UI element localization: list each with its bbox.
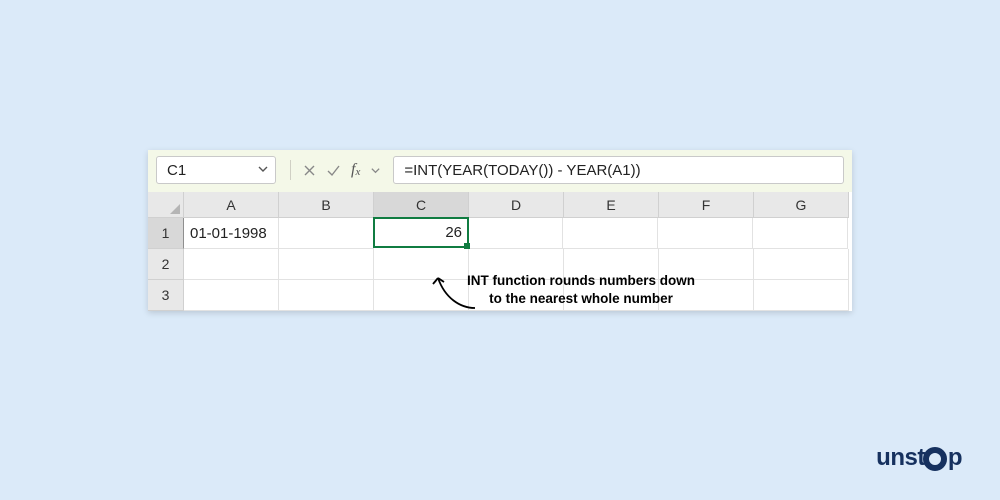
col-header-B[interactable]: B <box>279 192 374 218</box>
brand-prefix: unst <box>876 444 925 472</box>
name-box-value: C1 <box>167 162 186 179</box>
col-header-E[interactable]: E <box>564 192 659 218</box>
col-header-D[interactable]: D <box>469 192 564 218</box>
formula-text: =INT(YEAR(TODAY()) - YEAR(A1)) <box>404 162 640 179</box>
brand-suffix: p <box>948 444 962 472</box>
formula-bar-row: C1 fx =INT(YEAR(TODAY()) - YEAR(A1)) <box>148 150 852 192</box>
column-header-row: A B C D E F G <box>148 192 852 218</box>
brand-logo: unst p <box>876 444 962 472</box>
col-header-C[interactable]: C <box>374 192 469 218</box>
formula-icon-group: fx <box>282 160 387 180</box>
cell-B2[interactable] <box>279 249 374 280</box>
chevron-down-icon <box>257 162 269 179</box>
confirm-icon[interactable] <box>326 164 341 177</box>
row-header-1[interactable]: 1 <box>148 218 184 249</box>
cell-D1[interactable] <box>468 218 563 249</box>
cell-A3[interactable] <box>184 280 279 311</box>
col-header-G[interactable]: G <box>754 192 849 218</box>
cell-G1[interactable] <box>753 218 848 249</box>
col-header-F[interactable]: F <box>659 192 754 218</box>
cell-A2[interactable] <box>184 249 279 280</box>
formula-input[interactable]: =INT(YEAR(TODAY()) - YEAR(A1)) <box>393 156 844 184</box>
table-row: 1 01-01-1998 26 <box>148 218 852 249</box>
row-header-3[interactable]: 3 <box>148 280 184 311</box>
cell-B3[interactable] <box>279 280 374 311</box>
cell-F1[interactable] <box>658 218 753 249</box>
name-box[interactable]: C1 <box>156 156 276 184</box>
annotation-text: INT function rounds numbers down to the … <box>466 272 696 307</box>
cell-E1[interactable] <box>563 218 658 249</box>
col-header-A[interactable]: A <box>184 192 279 218</box>
row-header-2[interactable]: 2 <box>148 249 184 280</box>
brand-ring-icon <box>923 447 947 471</box>
chevron-down-icon[interactable] <box>370 165 381 176</box>
cell-G2[interactable] <box>754 249 849 280</box>
cell-B1[interactable] <box>279 218 374 249</box>
cell-A1[interactable]: 01-01-1998 <box>184 218 279 249</box>
cell-C1[interactable]: 26 <box>373 217 469 248</box>
fx-icon[interactable]: fx <box>351 162 360 178</box>
cancel-icon[interactable] <box>303 164 316 177</box>
select-all-corner[interactable] <box>148 192 184 218</box>
cell-G3[interactable] <box>754 280 849 311</box>
